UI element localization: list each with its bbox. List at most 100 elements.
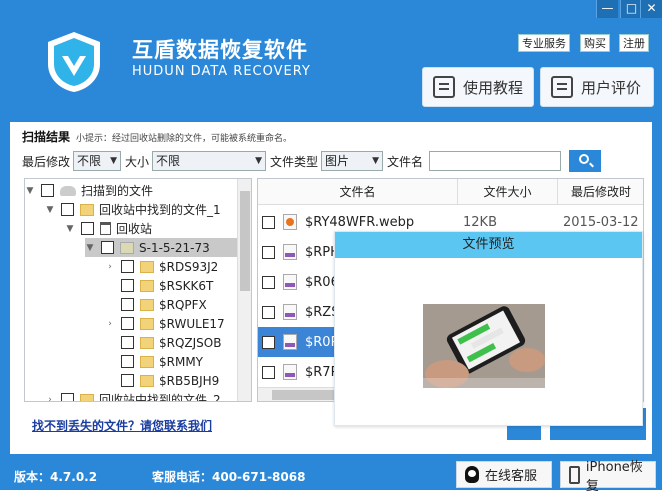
tree-node[interactable]: $RB5BJH9: [105, 371, 239, 390]
folder-icon: [140, 260, 154, 273]
tutorial-button[interactable]: 使用教程: [422, 67, 534, 107]
tree-checkbox[interactable]: [81, 222, 94, 235]
scan-tip: 小提示：经过回收站删除的文件，可能被系统重命名。: [76, 134, 293, 144]
tree-node[interactable]: › $RDS93J2: [105, 257, 239, 276]
preview-title: 文件预览: [335, 232, 642, 258]
file-checkbox[interactable]: [262, 365, 275, 379]
file-checkbox[interactable]: [262, 275, 275, 289]
tree-node[interactable]: ▼ 扫描到的文件: [25, 181, 239, 200]
column-header-modified[interactable]: 最后修改时: [558, 179, 643, 205]
tree-node-label: $RB5BJH9: [159, 373, 220, 388]
file-checkbox[interactable]: [262, 245, 275, 259]
tree-checkbox[interactable]: [121, 298, 134, 311]
tree-node-label: $RWULE17: [159, 316, 225, 331]
tree-node[interactable]: $RQPFX: [105, 295, 239, 314]
size-label: 大小: [125, 154, 150, 169]
search-icon: [579, 154, 590, 164]
webp-file-icon: [283, 214, 297, 230]
app-window: — □ ✕ 互盾数据恢复软件 HUDUN DATA RECOVERY 专业服务 …: [0, 0, 662, 494]
professional-service-link[interactable]: 专业服务: [518, 34, 570, 52]
expand-toggle-icon[interactable]: ›: [105, 319, 115, 329]
online-service-label: 在线客服: [485, 469, 538, 484]
column-header-name[interactable]: 文件名: [258, 179, 458, 205]
expand-toggle-icon[interactable]: ▼: [85, 243, 95, 253]
tree-node-label: 回收站中找到的文件_2: [99, 393, 221, 402]
tree-node-label: 扫描到的文件: [81, 184, 154, 198]
image-file-icon: [283, 274, 297, 290]
expand-toggle-icon[interactable]: ▼: [45, 205, 55, 215]
tree-checkbox[interactable]: [41, 184, 54, 197]
expand-toggle-icon[interactable]: ▼: [65, 224, 75, 234]
search-button[interactable]: [569, 150, 602, 172]
buy-link[interactable]: 购买: [580, 34, 610, 52]
tree-vertical-scrollbar[interactable]: [237, 179, 251, 401]
tree-checkbox[interactable]: [121, 355, 134, 368]
user-review-button[interactable]: 用户评价: [540, 67, 654, 107]
tree-node[interactable]: $RQZJSOB: [105, 333, 239, 352]
tree-checkbox[interactable]: [61, 393, 74, 401]
tree-checkbox[interactable]: [121, 336, 134, 349]
service-phone: 客服电话：400-671-8068: [152, 470, 306, 484]
file-date: 2015-03-12: [563, 214, 639, 230]
scan-results-title: 扫描结果: [22, 130, 71, 144]
app-subtitle: HUDUN DATA RECOVERY: [132, 64, 311, 79]
scan-hint: 扫描结果 小提示：经过回收站删除的文件，可能被系统重命名。: [22, 128, 292, 145]
iphone-recovery-button[interactable]: iPhone恢复: [560, 460, 656, 494]
tree-node[interactable]: › $RWULE17: [105, 314, 239, 333]
recycle-bin-icon: [100, 222, 111, 235]
tree-node[interactable]: › 回收站中找到的文件_2: [45, 390, 239, 402]
tree-checkbox[interactable]: [121, 374, 134, 387]
app-title: 互盾数据恢复软件: [132, 38, 308, 62]
file-checkbox[interactable]: [262, 305, 275, 319]
folder-icon: [80, 203, 94, 216]
tree-node-label: 回收站: [116, 222, 153, 236]
tree-node-label: 回收站中找到的文件_1: [99, 203, 221, 217]
folder-icon: [140, 374, 154, 387]
file-type-select[interactable]: 图片: [321, 151, 384, 171]
size-select[interactable]: 不限: [152, 151, 267, 171]
file-checkbox[interactable]: [262, 335, 275, 349]
tree-checkbox[interactable]: [121, 260, 134, 273]
maximize-button[interactable]: □: [620, 0, 642, 18]
minimize-button[interactable]: —: [596, 0, 618, 18]
folder-tree[interactable]: ▼ 扫描到的文件 ▼ 回收站中找到的文件_1 ▼ 回收站 ▼ S-1-5-21-…: [24, 178, 252, 402]
tree-node-label: $RQPFX: [159, 297, 207, 312]
file-checkbox[interactable]: [262, 215, 275, 229]
tree-checkbox[interactable]: [121, 279, 134, 292]
tree-checkbox[interactable]: [121, 317, 134, 330]
tree-checkbox[interactable]: [101, 241, 114, 254]
file-name-input[interactable]: [429, 151, 562, 171]
phone-icon: [569, 465, 580, 484]
tree-node[interactable]: ▼ 回收站中找到的文件_1: [45, 200, 239, 219]
tree-node-label: $RMMY: [159, 354, 204, 369]
online-service-button[interactable]: 在线客服: [456, 461, 552, 488]
expand-toggle-icon[interactable]: ▼: [25, 186, 35, 196]
tree-node[interactable]: $RMMY: [105, 352, 239, 371]
expand-toggle-icon[interactable]: ›: [45, 395, 55, 402]
register-link[interactable]: 注册: [619, 34, 649, 52]
shield-logo-icon: [48, 32, 100, 92]
tree-node[interactable]: ▼ 回收站: [65, 219, 239, 238]
folder-icon: [140, 355, 154, 368]
tree-node-label: S-1-5-21-73: [139, 240, 210, 255]
tree-checkbox[interactable]: [61, 203, 74, 216]
tree-node-label: $RSKK6T: [159, 278, 214, 293]
folder-icon: [80, 393, 94, 401]
expand-toggle-icon[interactable]: ›: [105, 262, 115, 272]
column-header-size[interactable]: 文件大小: [458, 179, 558, 205]
tree-node-selected[interactable]: ▼ S-1-5-21-73: [85, 238, 239, 257]
drive-icon: [60, 185, 76, 196]
file-type-label: 文件类型: [270, 154, 319, 169]
contact-us-link[interactable]: 找不到丢失的文件？请您联系我们: [32, 417, 212, 434]
user-review-label: 用户评价: [581, 78, 642, 97]
close-button[interactable]: ✕: [640, 0, 662, 18]
tree-node-label: $RDS93J2: [159, 259, 219, 274]
folder-icon: [140, 336, 154, 349]
last-modified-label: 最后修改: [22, 154, 71, 169]
scrollbar-thumb[interactable]: [240, 191, 250, 291]
document-icon: [433, 76, 455, 98]
image-file-icon: [283, 244, 297, 260]
tree-node[interactable]: $RSKK6T: [105, 276, 239, 295]
version-text: 版本：4.7.0.2: [14, 470, 98, 484]
last-modified-select[interactable]: 不限: [73, 151, 122, 171]
